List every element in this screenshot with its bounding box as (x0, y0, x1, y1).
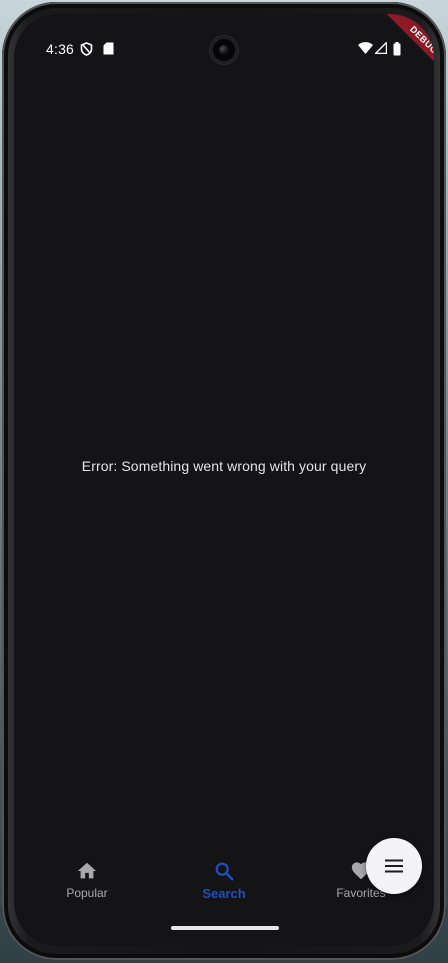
phone-frame: 4:36 DEBUG Error: Something went wrong w… (2, 2, 446, 960)
debug-banner-container: DEBUG (354, 14, 434, 94)
nav-label-popular: Popular (66, 886, 108, 900)
home-icon (77, 862, 97, 879)
error-message: Error: Something went wrong with your qu… (81, 458, 367, 474)
sd-card-icon (103, 42, 114, 55)
home-indicator[interactable] (171, 926, 279, 930)
debug-banner: DEBUG (375, 14, 434, 89)
menu-icon (385, 859, 403, 873)
front-camera (210, 36, 238, 64)
status-time: 4:36 (46, 41, 75, 57)
app-screen: 4:36 DEBUG Error: Something went wrong w… (14, 14, 434, 946)
menu-fab-button[interactable] (366, 838, 422, 894)
shield-icon (80, 42, 93, 56)
nav-item-search[interactable]: Search (164, 860, 284, 901)
nav-label-search: Search (202, 886, 246, 901)
search-icon (215, 862, 234, 881)
nav-item-popular[interactable]: Popular (27, 860, 147, 900)
